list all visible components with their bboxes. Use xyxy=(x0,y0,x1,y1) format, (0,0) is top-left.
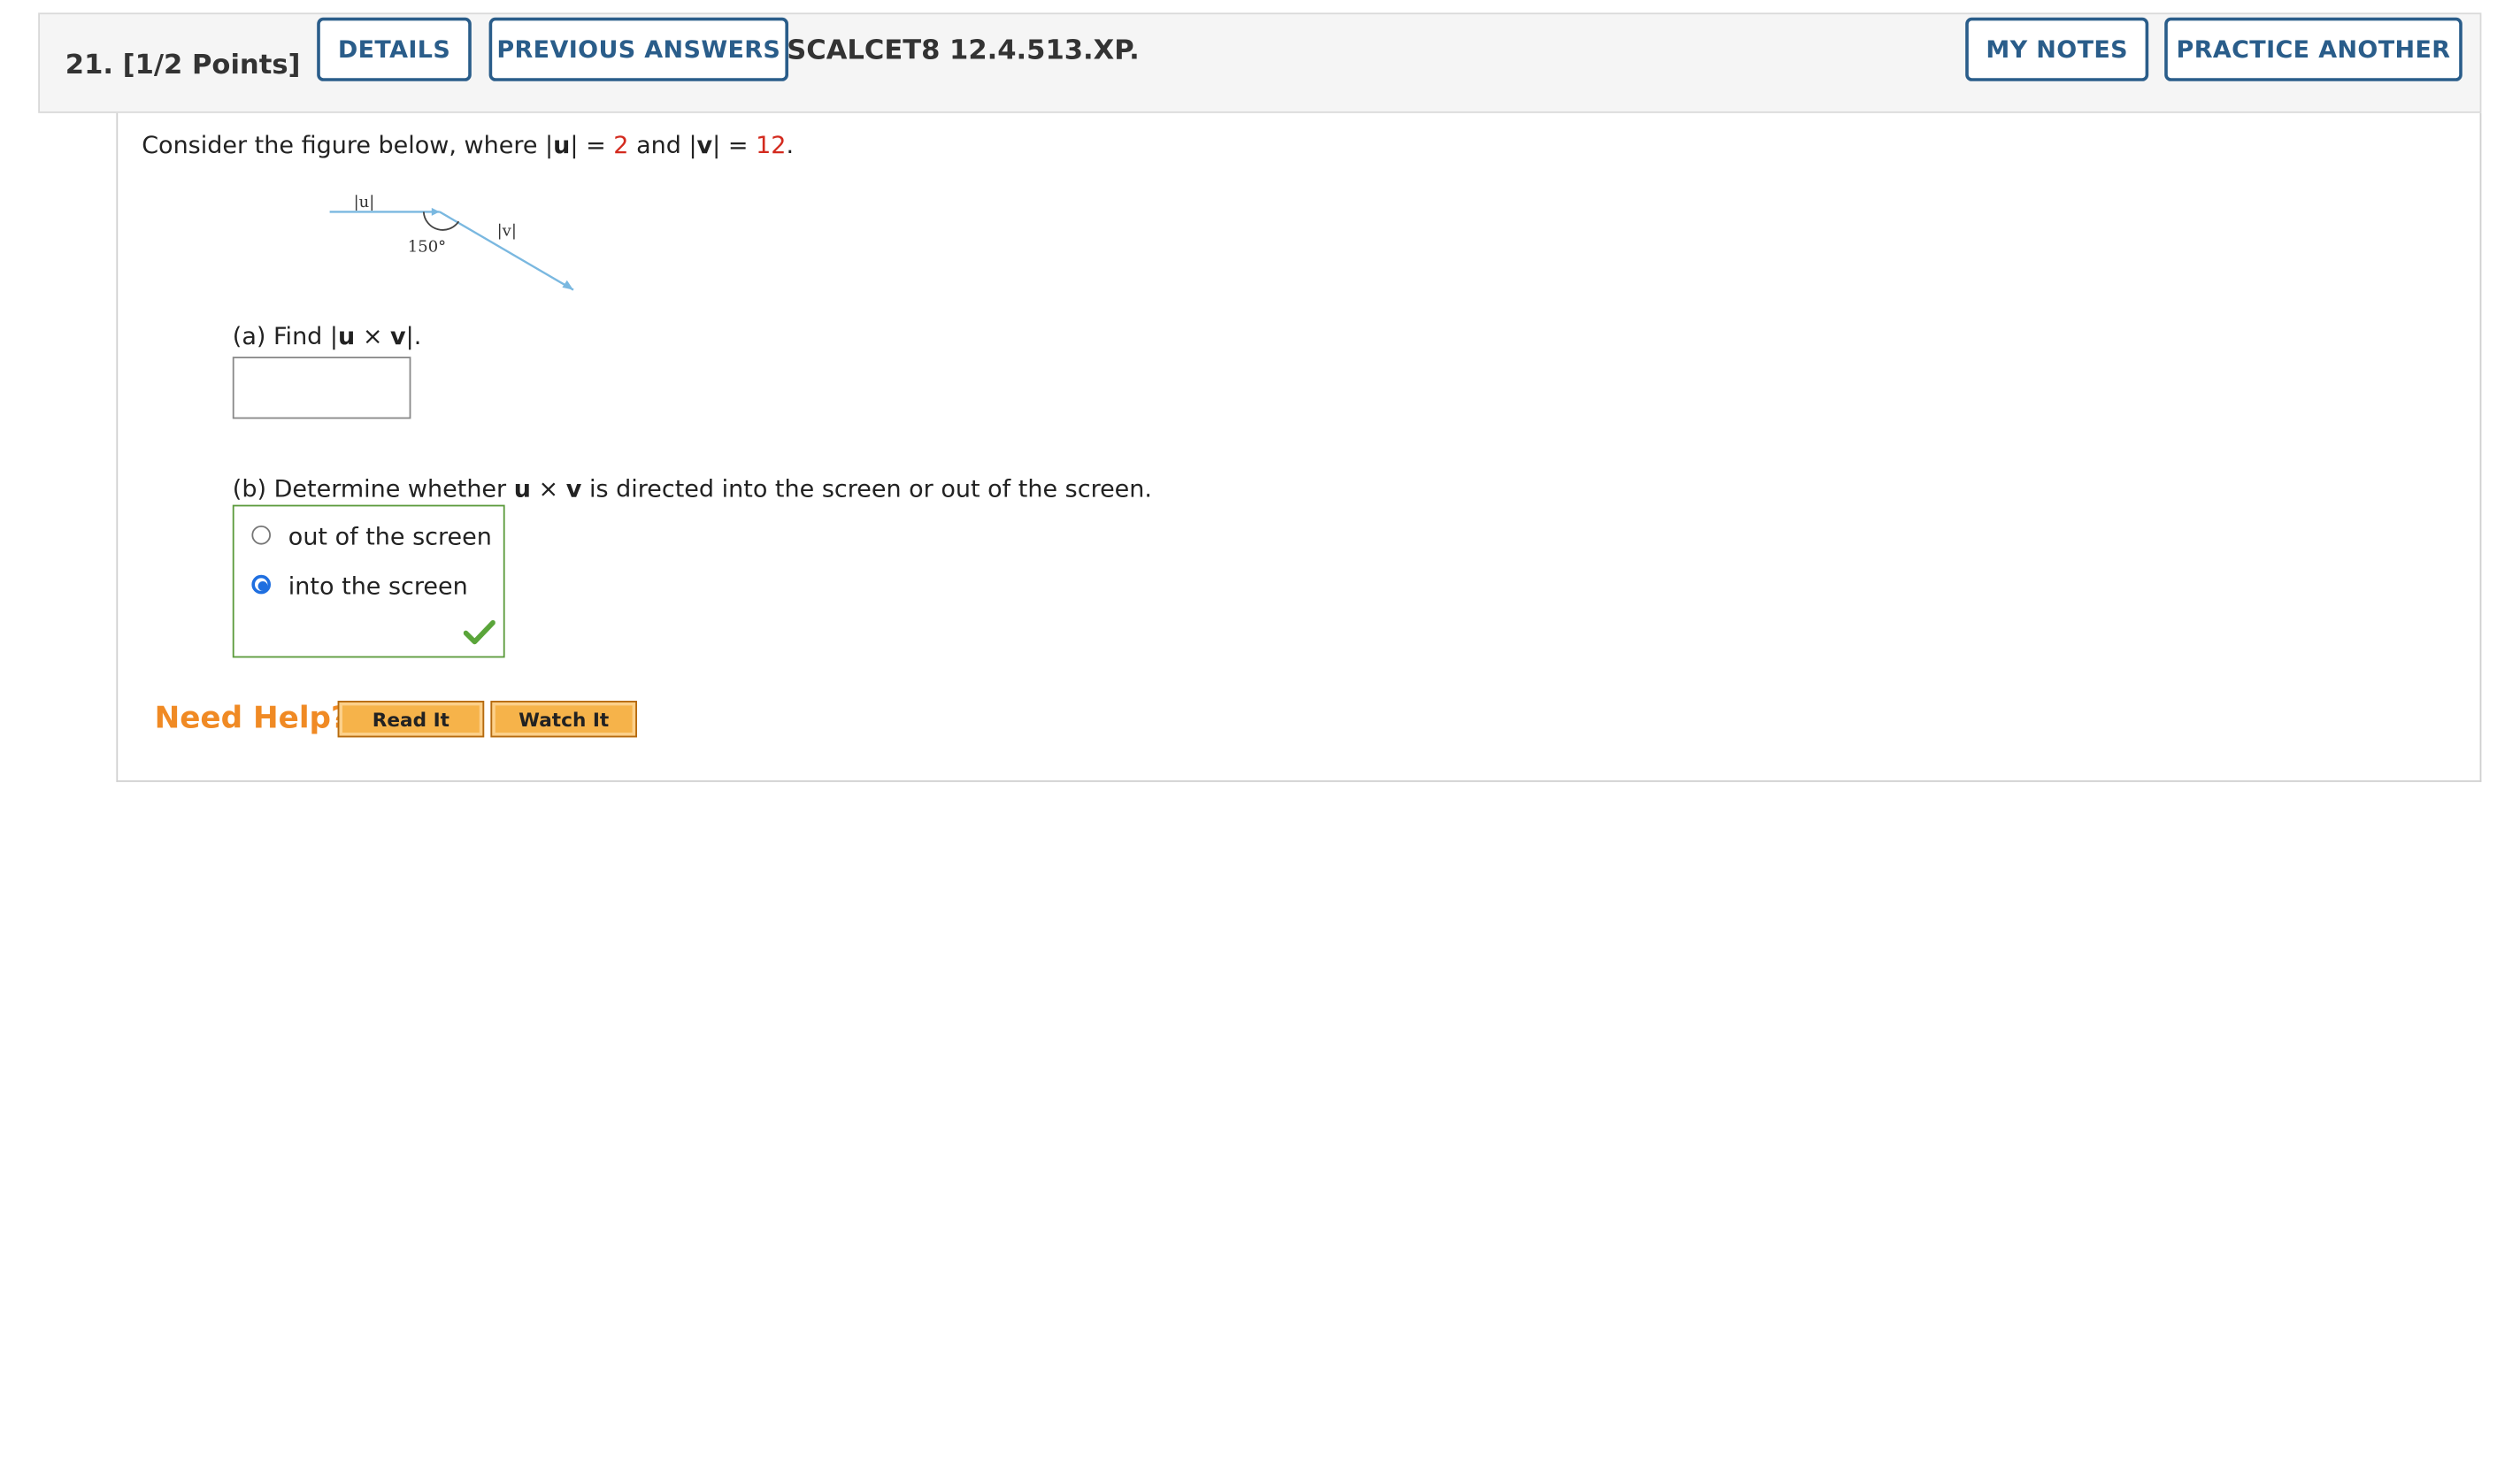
checkmark-icon xyxy=(463,619,496,645)
details-button[interactable]: DETAILS xyxy=(317,17,472,81)
radio-into-screen[interactable] xyxy=(251,574,271,595)
v-magnitude-value: 12 xyxy=(756,130,787,159)
assignment-code: SCALCET8 12.4.513.XP. xyxy=(787,35,1140,67)
question-number: 21. xyxy=(65,49,114,81)
u-figure-label: |u| xyxy=(354,193,375,211)
part-b-prompt: (b) Determine whether u × v is directed … xyxy=(232,474,1152,503)
question-points: [1/2 Points] xyxy=(122,49,301,81)
option-out-of-screen-label[interactable]: out of the screen xyxy=(288,522,492,550)
part-a-prompt: (a) Find |u × v|. xyxy=(232,321,422,350)
my-notes-button[interactable]: MY NOTES xyxy=(1965,17,2149,81)
radio-out-of-screen[interactable] xyxy=(251,526,271,545)
need-help-label: Need Help? xyxy=(154,701,349,736)
option-into-screen-label[interactable]: into the screen xyxy=(288,572,468,600)
vector-v-arrowhead xyxy=(562,280,573,290)
vector-figure: |u| |v| 150° xyxy=(329,193,574,291)
part-a-answer-input[interactable] xyxy=(232,357,411,419)
read-it-button[interactable]: Read It xyxy=(337,701,485,738)
v-figure-label: |v| xyxy=(497,221,517,240)
vector-u-arrowhead xyxy=(431,207,440,216)
u-magnitude-value: 2 xyxy=(613,130,629,159)
problem-statement: Consider the figure below, where |u| = 2… xyxy=(142,130,795,159)
watch-it-button[interactable]: Watch It xyxy=(490,701,637,738)
practice-another-button[interactable]: PRACTICE ANOTHER xyxy=(2164,17,2462,81)
angle-figure-label: 150° xyxy=(408,237,446,256)
previous-answers-button[interactable]: PREVIOUS ANSWERS xyxy=(488,17,788,81)
